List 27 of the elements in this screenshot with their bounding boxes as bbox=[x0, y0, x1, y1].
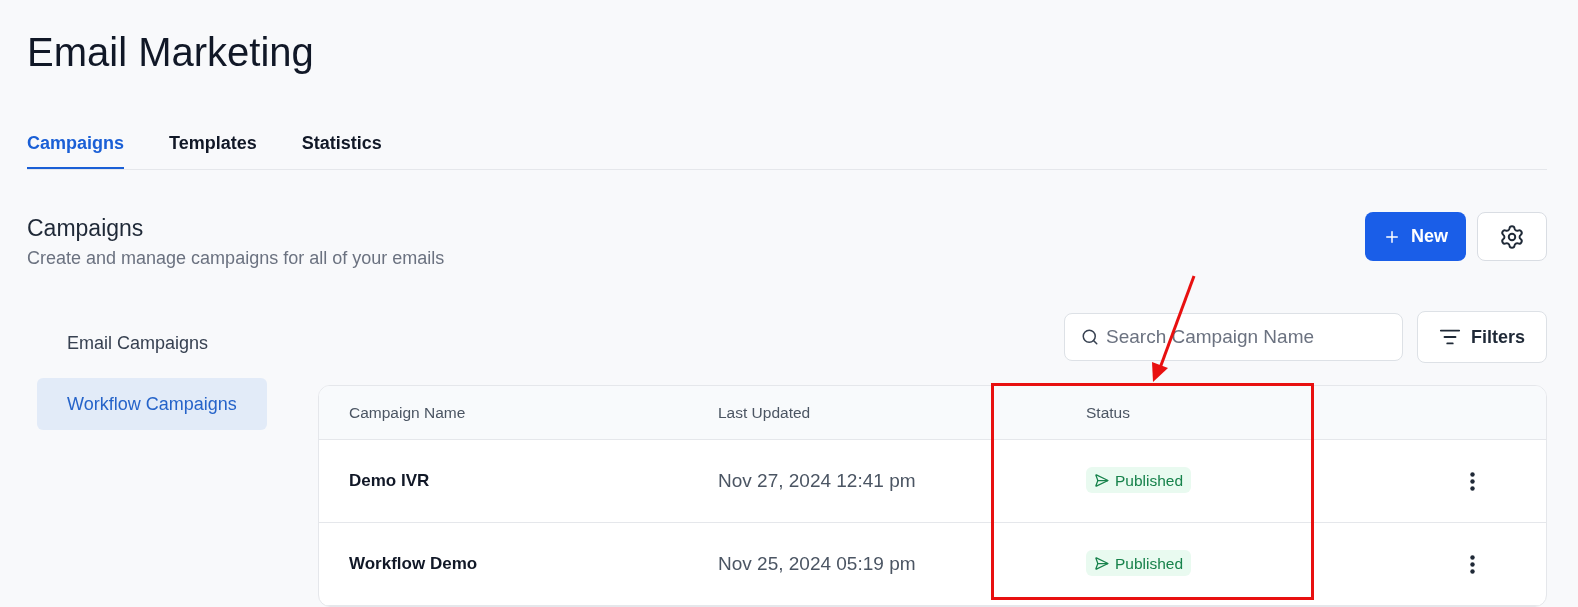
column-header: Campaign Name bbox=[349, 402, 466, 423]
settings-button[interactable] bbox=[1477, 212, 1547, 261]
column-header: Last Updated bbox=[718, 402, 811, 423]
paper-plane-icon bbox=[1094, 472, 1109, 488]
sidebar-item[interactable]: Workflow Campaigns bbox=[37, 378, 267, 430]
sidebar-item[interactable]: Email Campaigns bbox=[37, 317, 267, 369]
tab[interactable]: Campaigns bbox=[27, 131, 125, 169]
section-title: Campaigns bbox=[27, 214, 144, 243]
search-field[interactable]: Search Campaign Name bbox=[1064, 313, 1403, 361]
page-title: Email Marketing bbox=[27, 29, 314, 76]
new-button[interactable]: New bbox=[1365, 212, 1466, 261]
column-header: Status bbox=[1086, 402, 1130, 423]
filters-button[interactable]: Filters bbox=[1417, 311, 1547, 363]
last-updated-date: Nov 27, 2024 12:41 pm bbox=[718, 468, 916, 493]
paper-plane-icon bbox=[1094, 555, 1109, 571]
search-icon bbox=[1081, 328, 1099, 346]
tab[interactable]: Statistics bbox=[301, 131, 382, 169]
more-options-icon[interactable] bbox=[1469, 554, 1475, 574]
last-updated-date: Nov 25, 2024 05:19 pm bbox=[718, 551, 916, 576]
campaign-name[interactable]: Demo IVR bbox=[349, 468, 430, 494]
status-badge: Published bbox=[1086, 550, 1192, 577]
campaign-name[interactable]: Workflow Demo bbox=[349, 551, 478, 577]
section-subtitle: Create and manage campaigns for all of your emails bbox=[27, 247, 445, 270]
more-options-icon[interactable] bbox=[1469, 471, 1475, 491]
tab[interactable]: Templates bbox=[169, 131, 257, 169]
status-badge: Published bbox=[1086, 467, 1192, 494]
settings-icon bbox=[1499, 223, 1525, 250]
